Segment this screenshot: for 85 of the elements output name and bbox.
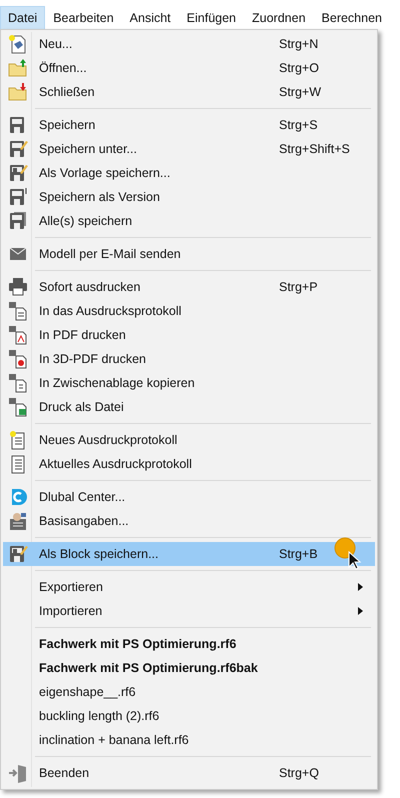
menu-item[interactable]: inclination + banana left.rf6 xyxy=(3,728,375,752)
menu-item-label: Neues Ausdruckprotokoll xyxy=(39,433,178,447)
menu-item-label: Speichern als Version xyxy=(39,190,161,204)
menu-item-label: buckling length (2).rf6 xyxy=(39,709,160,723)
menu-item-label: Als Block speichern... xyxy=(39,547,160,561)
menu-item[interactable]: eigenshape__.rf6 xyxy=(3,680,375,704)
menu-item-label: inclination + banana left.rf6 xyxy=(39,733,190,747)
menu-item-label: Öffnen... xyxy=(39,61,88,75)
print-document-icon xyxy=(8,301,28,321)
menu-item-label: Speichern xyxy=(39,118,96,132)
print-pdf-icon xyxy=(8,325,28,345)
menu-item[interactable]: In das Ausdrucksprotokoll xyxy=(3,299,375,323)
menu-item[interactable]: Als Vorlage speichern... xyxy=(3,161,375,185)
floppy-grid-pencil-icon xyxy=(8,163,28,183)
print-3d-pdf-icon xyxy=(8,349,28,369)
menu-item-label: Fachwerk mit PS Optimierung.rf6 xyxy=(39,637,238,651)
print-clipboard-icon xyxy=(8,373,28,393)
menu-item[interactable]: Öffnen... Strg+O xyxy=(3,56,375,80)
exit-door-icon xyxy=(8,763,28,783)
menu-item[interactable]: In PDF drucken xyxy=(3,323,375,347)
menu-item[interactable]: Basisangaben... xyxy=(3,509,375,533)
folder-down-icon xyxy=(8,82,28,102)
menu-bar-item[interactable]: Bearbeiten xyxy=(45,6,122,29)
menu-item-label: In Zwischenablage kopieren xyxy=(39,376,196,390)
menu-item[interactable]: Alle(s) speichern xyxy=(3,209,375,233)
menu-item[interactable]: Importieren xyxy=(3,599,375,623)
menu-item[interactable]: Fachwerk mit PS Optimierung.rf6 xyxy=(3,632,375,656)
menu-item[interactable]: Dlubal Center... xyxy=(3,485,375,509)
shortcut-label: Strg+S xyxy=(279,118,318,132)
menu-item[interactable]: Aktuelles Ausdruckprotokoll xyxy=(3,452,375,476)
menu-item-label: Schließen xyxy=(39,85,96,99)
menu-item-label: In PDF drucken xyxy=(39,328,127,342)
menu-item[interactable]: Modell per E-Mail senden xyxy=(3,242,375,266)
menu-item-label: eigenshape__.rf6 xyxy=(39,685,137,699)
menu-item-label: Sofort ausdrucken xyxy=(39,280,142,294)
floppy-number-icon xyxy=(8,187,28,207)
menu-item[interactable]: Beenden Strg+Q xyxy=(3,761,375,785)
menu-item[interactable]: Druck als Datei xyxy=(3,395,375,419)
menu-item-label: Exportieren xyxy=(39,580,104,594)
menu-item-label: Alle(s) speichern xyxy=(39,214,134,228)
menu-item-label: Beenden xyxy=(39,766,90,780)
menu-item[interactable]: Sofort ausdrucken Strg+P xyxy=(3,275,375,299)
menu-item[interactable]: buckling length (2).rf6 xyxy=(3,704,375,728)
menu-item-label: Druck als Datei xyxy=(39,400,125,414)
menu-bar-item[interactable]: Ansicht xyxy=(122,6,179,29)
shortcut-label: Strg+Q xyxy=(279,766,319,780)
menu-item[interactable]: Fachwerk mit PS Optimierung.rf6bak xyxy=(3,656,375,680)
menu-item-label: Als Vorlage speichern... xyxy=(39,166,172,180)
settings-card-icon xyxy=(8,511,28,531)
menu-item[interactable]: In 3D-PDF drucken xyxy=(3,347,375,371)
floppy-grid-pencil-icon xyxy=(8,544,28,564)
menu-item[interactable]: Neues Ausdruckprotokoll xyxy=(3,428,375,452)
menu-item-label: Aktuelles Ausdruckprotokoll xyxy=(39,457,193,471)
print-table-icon xyxy=(8,397,28,417)
folder-up-icon xyxy=(8,58,28,78)
menu-bar-item[interactable]: Berechnen xyxy=(314,6,390,29)
menu-item-label: In das Ausdrucksprotokoll xyxy=(39,304,182,318)
menu-item[interactable]: Neu... Strg+N xyxy=(3,32,375,56)
menu-item[interactable]: Speichern unter... Strg+Shift+S xyxy=(3,137,375,161)
shortcut-label: Strg+B xyxy=(279,547,318,561)
new-document-icon xyxy=(8,34,28,54)
shortcut-label: Strg+Shift+S xyxy=(279,142,350,156)
menu-item-label: Importieren xyxy=(39,604,104,618)
shortcut-label: Strg+P xyxy=(279,280,318,294)
menu-item[interactable]: Schließen Strg+W xyxy=(3,80,375,104)
shortcut-label: Strg+W xyxy=(279,85,322,99)
menu-item[interactable]: Speichern Strg+S xyxy=(3,113,375,137)
shortcut-label: Strg+N xyxy=(279,37,318,51)
shortcut-label: Strg+O xyxy=(279,61,319,75)
menu-item-label: Basisangaben... xyxy=(39,514,130,528)
menu-bar-item[interactable]: Zuordnen xyxy=(244,6,314,29)
menu-item[interactable]: Speichern als Version xyxy=(3,185,375,209)
menu-item-label: Neu... xyxy=(39,37,74,51)
menu-item-label: Modell per E-Mail senden xyxy=(39,247,182,261)
menu-item[interactable]: In Zwischenablage kopieren xyxy=(3,371,375,395)
menu-item[interactable]: Exportieren xyxy=(3,575,375,599)
menu-item-label: In 3D-PDF drucken xyxy=(39,352,147,366)
menu-item-label: Fachwerk mit PS Optimierung.rf6bak xyxy=(39,661,259,675)
menu-item-label: Speichern unter... xyxy=(39,142,138,156)
printer-icon xyxy=(8,277,28,297)
menu-item-label: Dlubal Center... xyxy=(39,490,126,504)
menu-bar-item[interactable]: Einfügen xyxy=(178,6,244,29)
menu-bar-item[interactable]: Datei xyxy=(0,6,46,29)
floppy-pencil-icon xyxy=(8,139,28,159)
floppy-stack-icon xyxy=(8,211,28,231)
